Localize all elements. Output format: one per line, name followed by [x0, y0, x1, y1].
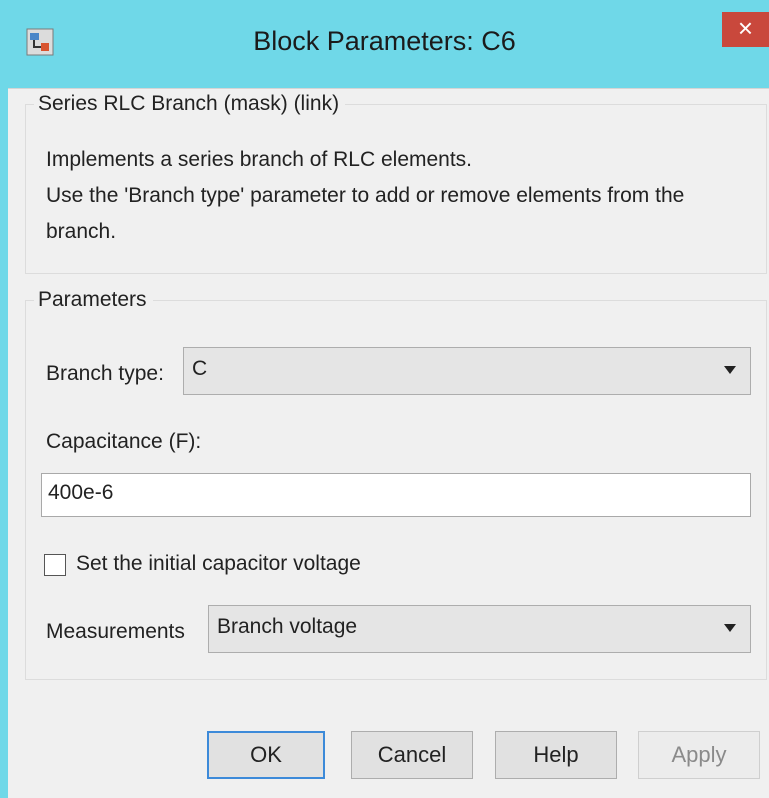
description-line-1: Implements a series branch of RLC elemen…: [46, 148, 473, 171]
capacitance-field[interactable]: [41, 473, 751, 517]
capacitance-input[interactable]: [48, 480, 728, 506]
description-line-3: branch.: [46, 220, 117, 243]
dialog-window: Block Parameters: C6 × Series RLC Branch…: [0, 0, 769, 798]
measurements-label: Measurements: [46, 620, 185, 643]
window-title: Block Parameters: C6: [253, 26, 516, 56]
cancel-button[interactable]: Cancel: [351, 731, 473, 779]
ok-button[interactable]: OK: [207, 731, 325, 779]
close-icon[interactable]: ×: [722, 12, 769, 47]
measurements-value: Branch voltage: [217, 615, 358, 638]
branch-type-value: C: [192, 357, 208, 380]
description-legend: Series RLC Branch (mask) (link): [34, 92, 346, 116]
chevron-down-icon: [724, 624, 736, 632]
branch-type-select[interactable]: C: [183, 347, 751, 395]
chevron-down-icon: [724, 366, 736, 374]
apply-button[interactable]: Apply: [638, 731, 760, 779]
help-button[interactable]: Help: [495, 731, 617, 779]
capacitance-label: Capacitance (F):: [46, 430, 202, 453]
initial-voltage-checkbox[interactable]: [44, 554, 66, 576]
description-line-2: Use the 'Branch type' parameter to add o…: [46, 184, 685, 207]
branch-type-label: Branch type:: [46, 362, 164, 385]
initial-voltage-label: Set the initial capacitor voltage: [76, 552, 361, 575]
parameters-legend: Parameters: [34, 288, 153, 312]
title-bar[interactable]: Block Parameters: C6 ×: [0, 0, 769, 88]
measurements-select[interactable]: Branch voltage: [208, 605, 751, 653]
